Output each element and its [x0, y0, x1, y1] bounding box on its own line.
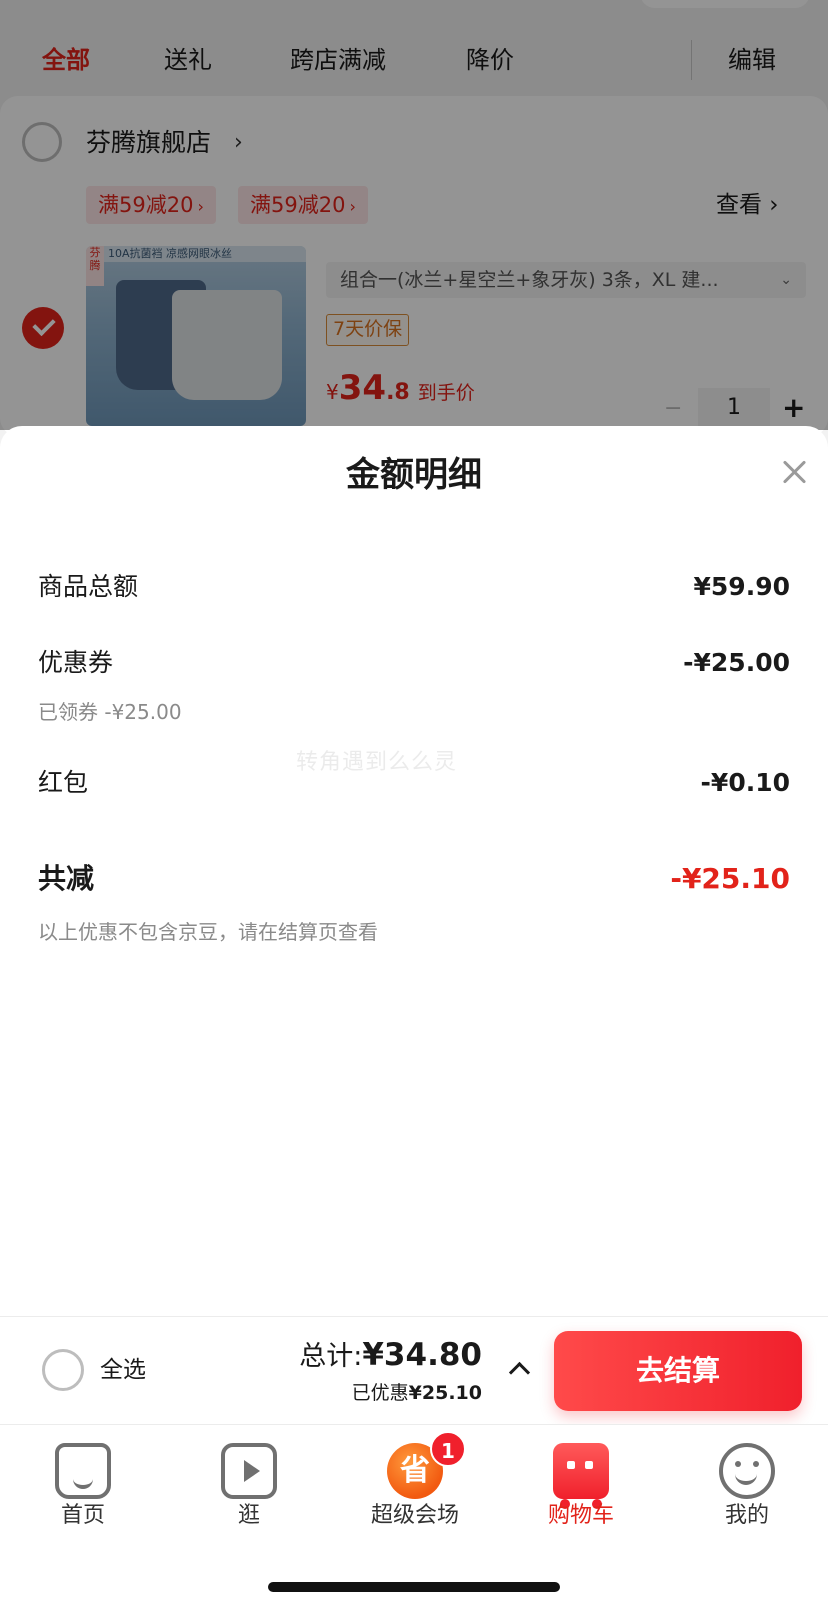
tab-profile-label: 我的 — [724, 1503, 769, 1528]
notification-badge: 1 — [430, 1431, 466, 1467]
total-price: 总计:¥34.80 — [299, 1337, 482, 1373]
select-all-radio[interactable] — [42, 1349, 84, 1391]
sheet-title: 金额明细 — [346, 455, 482, 495]
goods-total-label: 商品总额 — [38, 572, 139, 601]
chevron-up-icon[interactable] — [508, 1357, 530, 1379]
tab-cart[interactable]: 购物车 — [498, 1437, 664, 1537]
checkout-button[interactable]: 去结算 — [554, 1331, 802, 1411]
close-icon[interactable] — [776, 454, 812, 490]
tab-cart-label: 购物车 — [547, 1503, 614, 1528]
watermark: 转角遇到么么灵 — [296, 750, 458, 775]
discount-note: 以上优惠不包含京豆，请在结算页查看 — [38, 920, 378, 944]
goods-total-value: ¥59.90 — [693, 572, 790, 601]
total-discount-label: 共减 — [38, 862, 95, 895]
coupon-claimed-note: 已领券 -¥25.00 — [38, 700, 182, 724]
red-packet-label: 红包 — [38, 768, 89, 797]
tab-browse[interactable]: 逛 — [166, 1437, 332, 1537]
total-discount-value: -¥25.10 — [670, 862, 790, 895]
tab-super-venue-label: 超级会场 — [370, 1503, 459, 1528]
home-icon — [55, 1443, 111, 1499]
tab-super-venue[interactable]: 省 1 超级会场 — [332, 1431, 498, 1537]
red-packet-value: -¥0.10 — [700, 768, 790, 797]
tab-home[interactable]: 首页 — [0, 1437, 166, 1537]
select-all-label[interactable]: 全选 — [100, 1353, 146, 1387]
home-indicator — [268, 1582, 560, 1592]
tab-profile[interactable]: 我的 — [664, 1437, 828, 1537]
coupon-label: 优惠券 — [38, 648, 114, 677]
tab-browse-label: 逛 — [237, 1503, 260, 1528]
saved-amount: 已优惠¥25.10 — [351, 1382, 482, 1404]
coupon-value: -¥25.00 — [683, 648, 790, 677]
amount-detail-sheet: 金额明细 商品总额 ¥59.90 优惠券 -¥25.00 已领券 -¥25.00… — [0, 426, 828, 1316]
tab-home-label: 首页 — [60, 1503, 105, 1528]
profile-icon — [719, 1443, 775, 1499]
cart-icon — [553, 1443, 609, 1499]
video-icon — [221, 1443, 277, 1499]
checkout-bar: 全选 总计:¥34.80 已优惠¥25.10 去结算 — [0, 1316, 828, 1424]
modal-backdrop[interactable] — [0, 0, 828, 430]
